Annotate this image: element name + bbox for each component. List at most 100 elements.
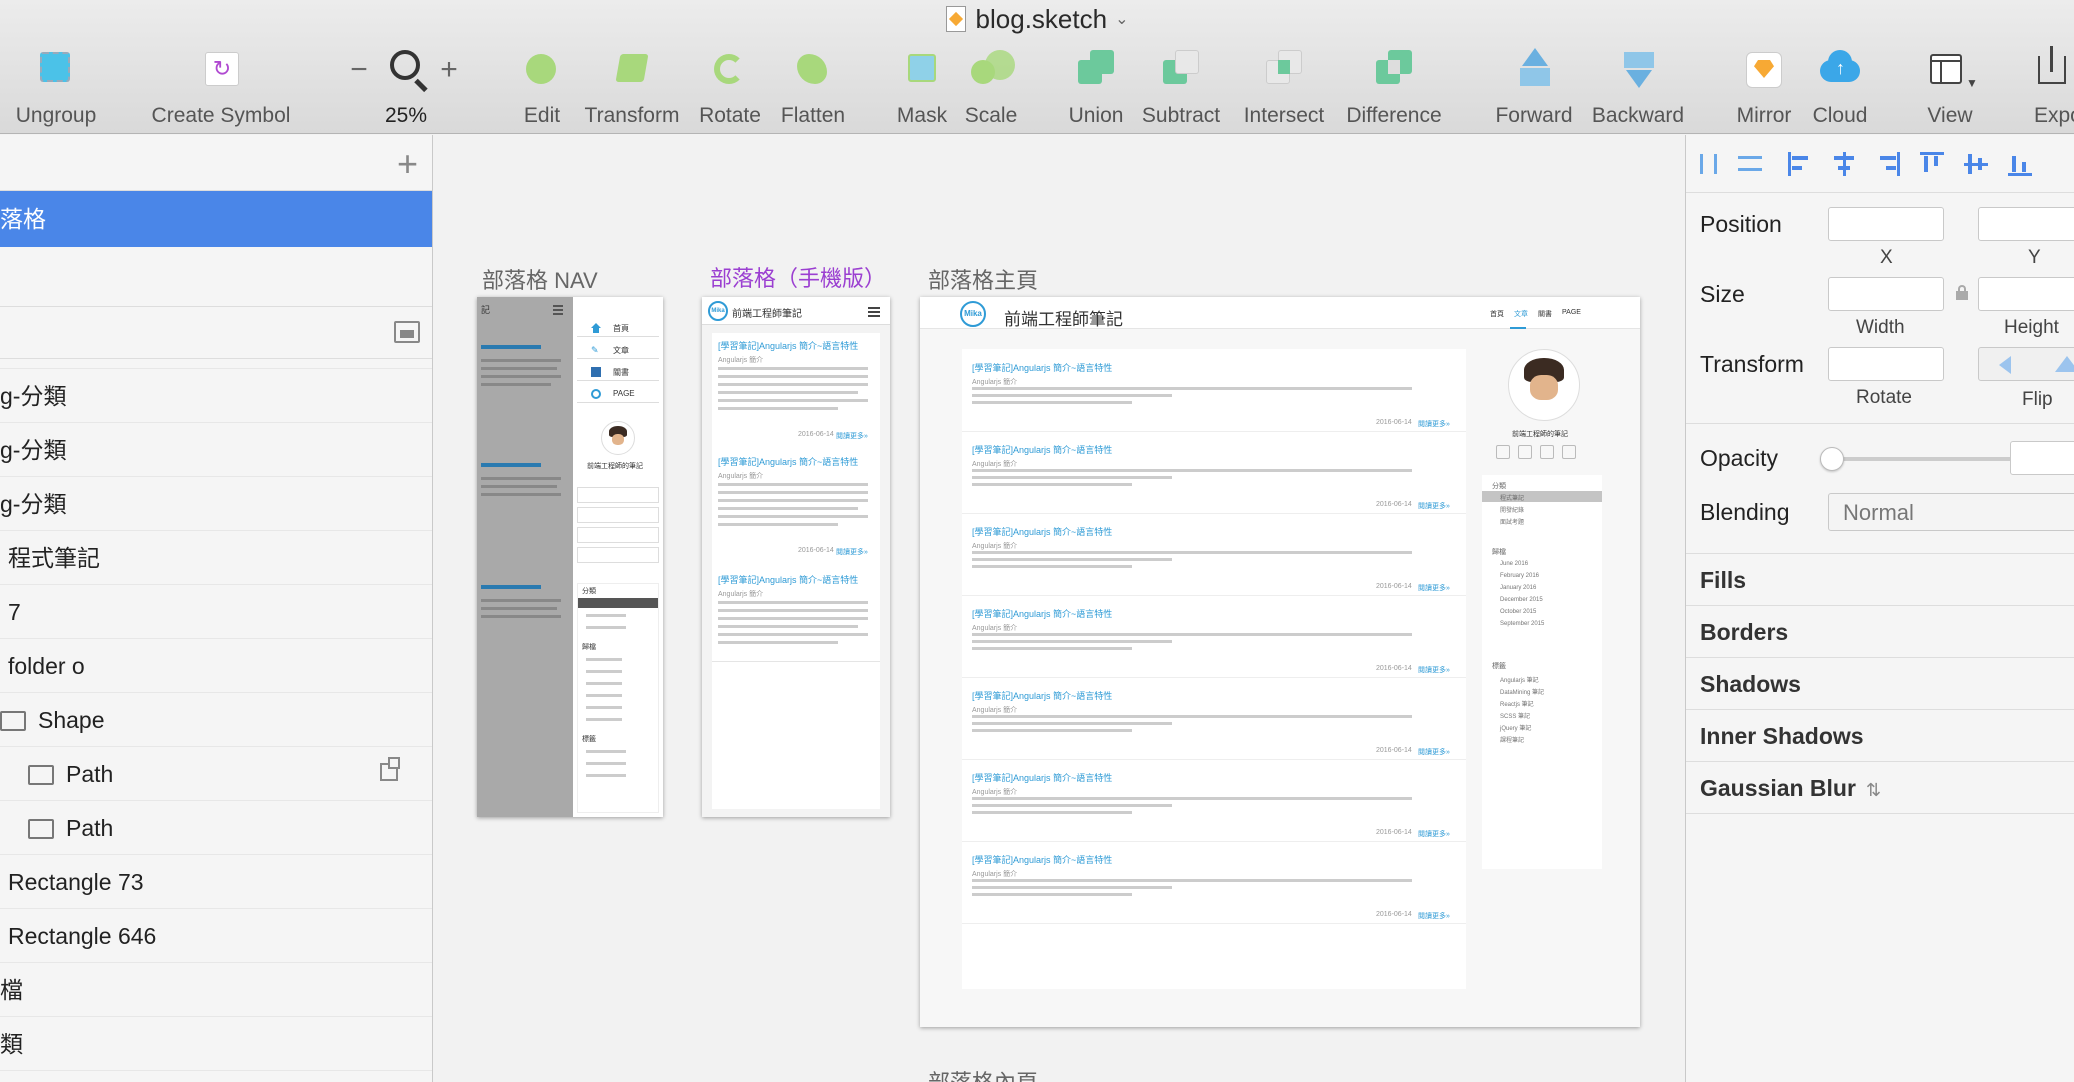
transform-button[interactable]: Transform: [584, 46, 680, 128]
blending-select[interactable]: Normal: [1828, 493, 2074, 531]
nav-drawer-item-page[interactable]: PAGE: [577, 387, 659, 403]
sidebar-category[interactable]: 面試考題: [1500, 517, 1524, 526]
artboard-home[interactable]: Mika 前端工程師筆記 首頁 文章 關書 PAGE [學習筆記]Angular…: [920, 297, 1640, 1027]
profile-link[interactable]: [577, 507, 659, 523]
layer-row[interactable]: g-分類: [0, 477, 432, 531]
zoom-in-button[interactable]: +: [434, 46, 464, 94]
home-nav-home[interactable]: 首頁: [1490, 309, 1504, 319]
forward-button[interactable]: Forward: [1494, 46, 1574, 128]
sidebar-archive[interactable]: October 2015: [1500, 609, 1536, 615]
home-post-title[interactable]: [學習筆記]Angularjs 簡介~語言特性: [972, 689, 1112, 702]
layer-row[interactable]: Rectangle 73: [0, 855, 432, 909]
difference-button[interactable]: Difference: [1342, 46, 1446, 128]
zoom-out-button[interactable]: −: [344, 46, 374, 94]
mobile-post-title-1[interactable]: [學習筆記]Angularjs 簡介~語言特性: [718, 339, 858, 352]
inspector-section[interactable]: Gaussian Blur ⇅: [1686, 761, 2074, 813]
align-bottom-icon[interactable]: [2006, 150, 2034, 178]
artboard-nav[interactable]: 記 首頁 ✎ 文章 關書 PAGE 前端工程師的筆記 分類 歸檔 標籤: [477, 297, 663, 817]
sidebar-archive[interactable]: February 2016: [1500, 573, 1539, 579]
home-read-more[interactable]: 閱讀更多»: [1418, 747, 1450, 757]
flip-vertical-icon[interactable]: [2055, 356, 2074, 372]
layer-row[interactable]: 7: [0, 585, 432, 639]
nav-drawer-item-home[interactable]: 首頁: [577, 321, 659, 337]
sidebar-archive[interactable]: January 2016: [1500, 585, 1536, 591]
backward-button[interactable]: Backward: [1590, 46, 1686, 128]
layer-row[interactable]: Rectangle 646: [0, 909, 432, 963]
layer-row[interactable]: folder o: [0, 639, 432, 693]
home-nav-page[interactable]: PAGE: [1562, 309, 1581, 316]
sidebar-archive[interactable]: June 2016: [1500, 561, 1528, 567]
home-read-more[interactable]: 閱讀更多»: [1418, 419, 1450, 429]
user-icon[interactable]: [1518, 445, 1532, 459]
x-input[interactable]: [1828, 207, 1944, 241]
home-read-more[interactable]: 閱讀更多»: [1418, 829, 1450, 839]
layer-row[interactable]: Path: [0, 747, 432, 801]
align-right-icon[interactable]: [1874, 150, 1902, 178]
nav-drawer-item-about[interactable]: 關書: [577, 365, 659, 381]
subtract-button[interactable]: Subtract: [1138, 46, 1224, 128]
mask-button[interactable]: Mask: [894, 46, 950, 128]
inspector-section[interactable]: Borders: [1686, 605, 2074, 657]
align-center-horizontal-icon[interactable]: [1830, 150, 1858, 178]
home-nav-articles[interactable]: 文章: [1514, 309, 1528, 319]
home-post-title[interactable]: [學習筆記]Angularjs 簡介~語言特性: [972, 443, 1112, 456]
height-input[interactable]: [1978, 277, 2074, 311]
scale-button[interactable]: Scale: [962, 46, 1020, 128]
add-page-button[interactable]: +: [397, 143, 418, 185]
artboard-title-home[interactable]: 部落格主頁: [928, 263, 1038, 295]
edit-button[interactable]: Edit: [516, 46, 568, 128]
artboard-mobile[interactable]: Mika 前端工程師筆記 [學習筆記]Angularjs 簡介~語言特性 Ang…: [702, 297, 890, 817]
sidebar-tag[interactable]: Angularjs 筆記: [1500, 675, 1539, 684]
intersect-button[interactable]: Intersect: [1238, 46, 1330, 128]
layer-row[interactable]: 檔: [0, 963, 432, 1017]
home-read-more[interactable]: 閱讀更多»: [1418, 501, 1450, 511]
home-read-more[interactable]: 閱讀更多»: [1418, 583, 1450, 593]
sidebar-tag[interactable]: jQuery 筆記: [1500, 723, 1531, 732]
artboard-title-mobile[interactable]: 部落格（手機版）: [710, 261, 886, 293]
opacity-slider[interactable]: [1820, 447, 2016, 471]
flatten-button[interactable]: Flatten: [778, 46, 848, 128]
inspector-section[interactable]: Shadows: [1686, 657, 2074, 709]
github-icon-2[interactable]: [1562, 445, 1576, 459]
rotate-input[interactable]: [1828, 347, 1944, 381]
blur-type-stepper-icon[interactable]: ⇅: [1866, 780, 1881, 800]
mirror-button[interactable]: Mirror: [1734, 46, 1794, 128]
sidebar-tag[interactable]: 課程筆記: [1500, 735, 1524, 744]
facebook-icon[interactable]: [1540, 445, 1554, 459]
github-link-2[interactable]: [577, 547, 659, 563]
view-button[interactable]: ▼ View: [1920, 46, 1980, 128]
home-post-title[interactable]: [學習筆記]Angularjs 簡介~語言特性: [972, 525, 1112, 538]
y-input[interactable]: [1978, 207, 2074, 241]
mobile-read-more-1[interactable]: 閱讀更多»: [836, 431, 868, 441]
canvas[interactable]: 部落格 NAV 部落格（手機版） 部落格主頁 部落格內頁 記 首頁 ✎ 文章 關書…: [434, 135, 1684, 1082]
sidebar-tag[interactable]: Reactjs 筆記: [1500, 699, 1534, 708]
opacity-input[interactable]: [2010, 441, 2074, 475]
ungroup-button[interactable]: Ungroup: [10, 46, 102, 128]
layer-row[interactable]: Shape: [0, 693, 432, 747]
github-link[interactable]: [577, 487, 659, 503]
flip-horizontal-icon[interactable]: [1999, 356, 2011, 374]
layer-row[interactable]: Path: [0, 801, 432, 855]
mask-indicator-icon[interactable]: [380, 757, 400, 781]
sidebar-archive[interactable]: December 2015: [1500, 597, 1543, 603]
align-middle-vertical-icon[interactable]: [1962, 150, 1990, 178]
export-button[interactable]: Expo: [2030, 46, 2074, 128]
flip-control[interactable]: [1978, 347, 2074, 381]
artboard-title-inner[interactable]: 部落格內頁: [928, 1065, 1038, 1082]
lock-ratio-icon[interactable]: [1956, 285, 1968, 300]
cloud-button[interactable]: ↑ Cloud: [1812, 46, 1868, 128]
rotate-button[interactable]: Rotate: [694, 46, 766, 128]
mobile-post-title-2[interactable]: [學習筆記]Angularjs 簡介~語言特性: [718, 455, 858, 468]
distribute-vertical-icon[interactable]: [1736, 150, 1764, 178]
github-icon[interactable]: [1496, 445, 1510, 459]
home-read-more[interactable]: 閱讀更多»: [1418, 911, 1450, 921]
home-post-title[interactable]: [學習筆記]Angularjs 簡介~語言特性: [972, 361, 1112, 374]
category-selected[interactable]: [578, 598, 658, 608]
home-read-more[interactable]: 閱讀更多»: [1418, 665, 1450, 675]
inspector-section[interactable]: Fills: [1686, 553, 2074, 605]
align-left-icon[interactable]: [1786, 150, 1814, 178]
home-post-title[interactable]: [學習筆記]Angularjs 簡介~語言特性: [972, 607, 1112, 620]
sidebar-tag[interactable]: DataMining 筆記: [1500, 687, 1544, 696]
union-button[interactable]: Union: [1066, 46, 1126, 128]
facebook-link[interactable]: [577, 527, 659, 543]
